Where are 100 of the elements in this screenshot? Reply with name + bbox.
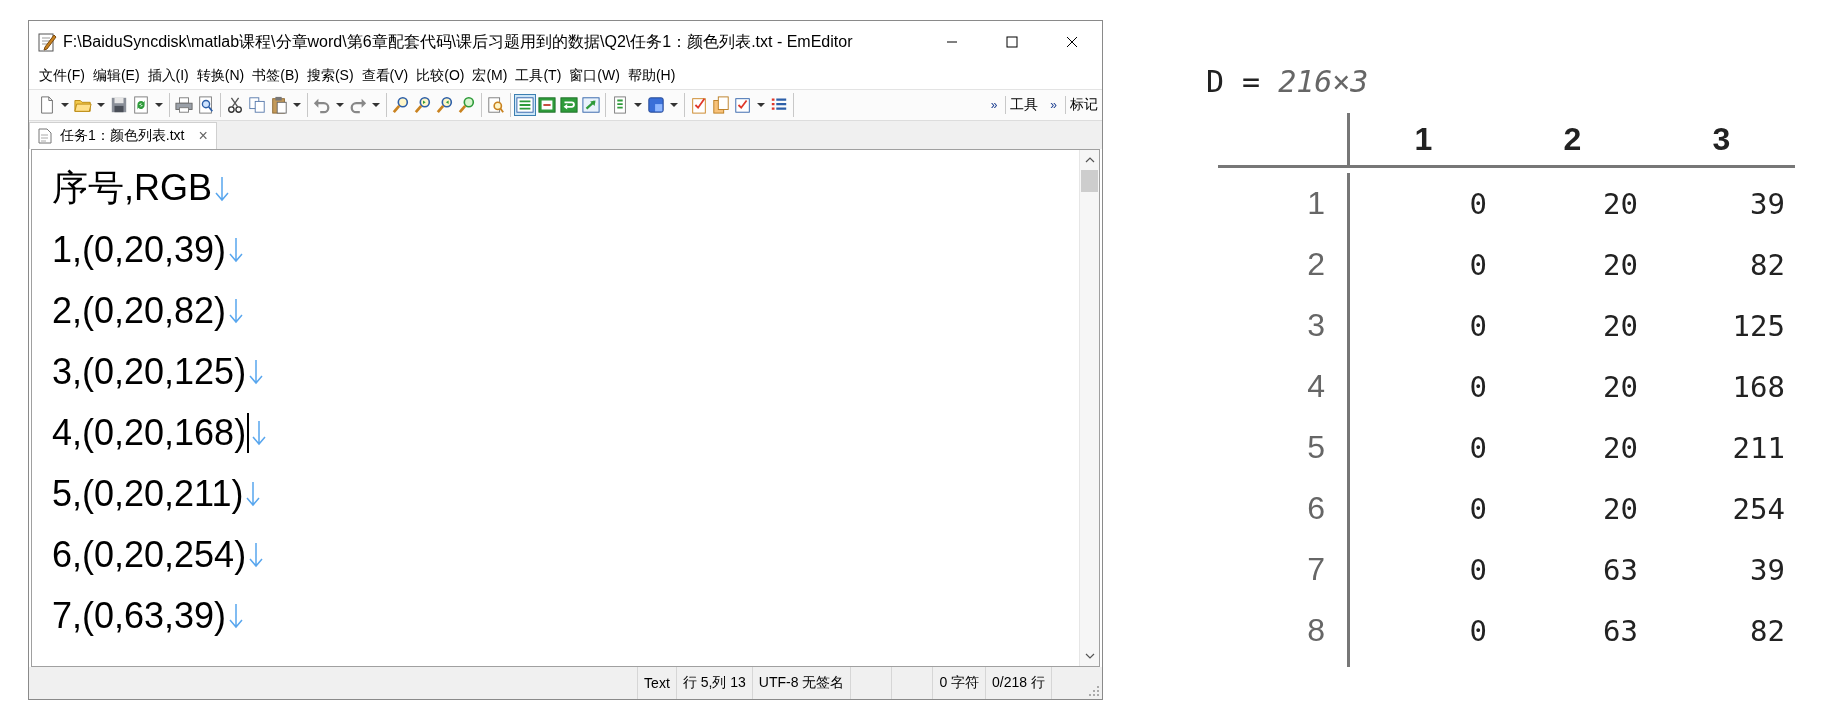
menu-item[interactable]: 查看(V)	[357, 65, 413, 87]
caret-icon[interactable]	[60, 102, 70, 108]
table-cell-text: 0	[1468, 246, 1488, 284]
status-field: 0 字符	[932, 667, 986, 699]
square-icon	[647, 96, 665, 114]
row-header: 8	[1218, 600, 1350, 661]
column-header: 1	[1350, 113, 1497, 168]
text-line: 4,(0,20,168)	[52, 411, 247, 454]
table-cell-text: 0	[1468, 185, 1488, 223]
status-field: 行 5,列 13	[675, 667, 752, 699]
table-cell-text: 168	[1731, 368, 1786, 406]
checklist-icon	[690, 96, 708, 114]
frame-icon	[538, 96, 556, 114]
scroll-down-icon[interactable]	[1084, 652, 1095, 660]
variable-size: 216×3	[1278, 64, 1369, 99]
toolbar-button[interactable]	[536, 94, 558, 116]
checkbox-icon	[734, 96, 752, 114]
caret-icon[interactable]	[292, 102, 302, 108]
table-cell-text: 39	[1749, 185, 1786, 223]
menu-item[interactable]: 编辑(E)	[88, 65, 144, 87]
arrow-box-icon	[582, 96, 600, 114]
row-header: 5	[1218, 417, 1350, 478]
overflow-chevron[interactable]: »	[1042, 98, 1065, 112]
table-cell-text: 125	[1731, 307, 1786, 345]
tab-label: 任务1：颜色列表.txt	[60, 127, 185, 145]
text-line: 6,(0,20,254)	[52, 533, 247, 576]
scroll-up-icon[interactable]	[1084, 156, 1095, 164]
toolbar-label[interactable]: 标记	[1065, 96, 1102, 114]
preview-icon	[197, 96, 215, 114]
text-line: 序号,RGB	[52, 166, 212, 210]
table-cell-text: 254	[1731, 490, 1786, 528]
caret-icon[interactable]	[154, 102, 164, 108]
clipboard-icon	[270, 96, 288, 114]
status-field: 0/218 行	[985, 667, 1051, 699]
menu-item[interactable]: 工具(T)	[511, 65, 566, 87]
scroll-thumb[interactable]	[1081, 170, 1098, 192]
find-in-files-icon	[487, 96, 505, 114]
close-icon	[1066, 36, 1078, 48]
status-field: Text	[637, 667, 676, 699]
printer-icon	[175, 96, 193, 114]
menu-item[interactable]: 窗口(W)	[565, 65, 624, 87]
row-header: 4	[1218, 356, 1350, 417]
table-cell-text: 82	[1749, 612, 1786, 650]
text-line: 2,(0,20,82)	[52, 289, 227, 332]
column-header: 2	[1497, 113, 1648, 168]
scrollbar[interactable]	[1079, 150, 1099, 666]
row-header: 2	[1218, 234, 1350, 295]
caret-icon[interactable]	[633, 102, 643, 108]
document-icon	[38, 128, 52, 144]
replace-icon	[458, 96, 476, 114]
row-header: 3	[1218, 295, 1350, 356]
table-cell-text: 20	[1602, 185, 1639, 223]
table-cell-text: 20	[1602, 246, 1639, 284]
row-header: 1	[1218, 173, 1350, 234]
app-icon	[37, 32, 57, 52]
variable-name: D	[1206, 64, 1225, 99]
menu-item[interactable]: 宏(M)	[468, 65, 512, 87]
maximize-icon	[1006, 36, 1018, 48]
caret-icon[interactable]	[756, 102, 766, 108]
table-cell-text: 0	[1468, 612, 1488, 650]
table-cell-text: 211	[1731, 429, 1786, 467]
table-cell-text: 20	[1602, 307, 1639, 345]
scissors-icon	[226, 96, 244, 114]
menu-item[interactable]: 比较(O)	[412, 65, 469, 87]
file-tab[interactable]: 任务1：颜色列表.txt ×	[29, 122, 217, 149]
table-cell-text: 20	[1602, 429, 1639, 467]
menu-item[interactable]: 文件(F)	[35, 65, 89, 87]
refresh-icon	[132, 96, 150, 114]
resize-grip-icon[interactable]	[1088, 685, 1100, 697]
table-cell-text: 0	[1468, 490, 1488, 528]
caret-icon[interactable]	[96, 102, 106, 108]
row-header: 6	[1218, 478, 1350, 539]
pages-icon	[712, 96, 730, 114]
column-header: 3	[1648, 113, 1795, 168]
table-cell-text: 0	[1468, 368, 1488, 406]
status-field: UTF-8 无签名	[751, 667, 851, 699]
toolbar-label[interactable]: 工具	[1005, 96, 1043, 114]
caret-icon[interactable]	[669, 102, 679, 108]
menu-item[interactable]: 插入(I)	[143, 65, 193, 87]
search-icon	[392, 96, 410, 114]
copy-icon	[248, 96, 266, 114]
tab-close-button[interactable]: ×	[192, 127, 208, 145]
table-cell-text: 82	[1749, 246, 1786, 284]
table-cell-text: 0	[1468, 307, 1488, 345]
lines-icon	[516, 96, 534, 114]
table-cell-text: 63	[1602, 551, 1639, 589]
equals-sign: =	[1242, 64, 1261, 99]
menu-item[interactable]: 搜索(S)	[302, 65, 358, 87]
menu-item[interactable]: 帮助(H)	[623, 65, 680, 87]
text-line: 5,(0,20,211)	[52, 472, 244, 515]
caret-icon[interactable]	[371, 102, 381, 108]
table-cell-text: 0	[1468, 551, 1488, 589]
menu-item[interactable]: 书签(B)	[248, 65, 303, 87]
menu-item[interactable]: 转换(N)	[192, 65, 249, 87]
toolbar-button[interactable]	[645, 94, 667, 116]
window-title: F:\BaiduSyncdisk\matlab课程\分章word\第6章配套代码\课后习题用到的数据\Q2\任务1：颜色列表.txt - EmEditor	[63, 31, 854, 52]
caret-icon[interactable]	[335, 102, 345, 108]
text-line: 3,(0,20,125)	[52, 350, 247, 393]
table-cell-text: 20	[1602, 368, 1639, 406]
overflow-chevron[interactable]: »	[982, 98, 1006, 112]
